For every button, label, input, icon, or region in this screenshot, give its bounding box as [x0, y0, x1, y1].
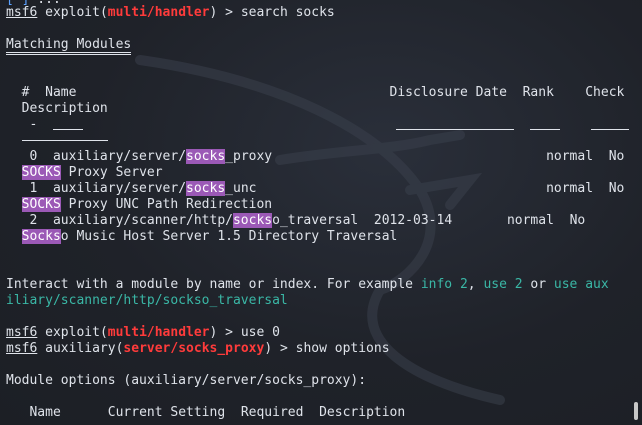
command-line-search: msf6 exploit(multi/handler) > search soc… — [6, 5, 335, 20]
options-table-header: Name Current Setting Required Descriptio… — [29, 405, 406, 420]
table-header: # Name Disclosure Date Rank Check — [21, 85, 625, 100]
interact-hint: Interact with a module by name or index.… — [6, 277, 609, 292]
matching-modules-title: Matching Modules — [6, 37, 132, 55]
table-header-description: Description — [21, 101, 108, 116]
scrollbar-thumb[interactable] — [634, 402, 638, 420]
command-line-show-options: msf6 auxiliary(server/socks_proxy) > sho… — [6, 341, 390, 356]
table-row[interactable]: 2 auxiliary/scanner/http/sockso_traversa… — [6, 213, 585, 229]
command-line-use: msf6 exploit(multi/handler) > use 0 — [6, 325, 280, 340]
table-row-description: SOCKS Proxy UNC Path Redirection — [21, 197, 273, 212]
desc-underline — [6, 128, 108, 144]
table-row-description: SOCKS Proxy Server — [21, 165, 163, 180]
module-options-title: Module options (auxiliary/server/socks_p… — [6, 373, 367, 388]
table-row-description: Sockso Music Host Server 1.5 Directory T… — [21, 229, 398, 244]
table-row[interactable]: 1 auxiliary/server/socks_unc normal No — [6, 181, 624, 197]
interact-hint-wrap: iliary/scanner/http/sockso_traversal — [6, 293, 288, 308]
table-row[interactable]: 0 auxiliary/server/socks_proxy normal No — [6, 149, 624, 165]
terminal-window[interactable]: [*] ... msf6 exploit(multi/handler) > se… — [0, 0, 642, 425]
